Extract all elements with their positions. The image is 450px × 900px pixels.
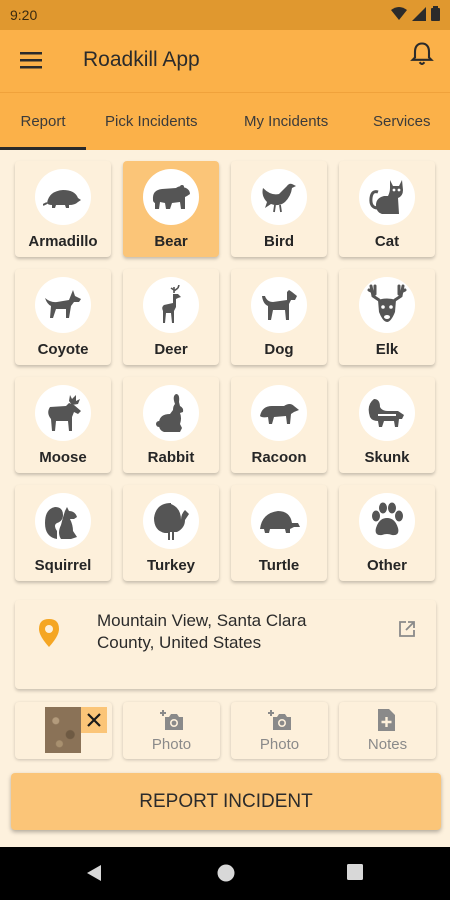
add-photo-icon [160, 710, 183, 730]
deer-icon [162, 285, 181, 323]
animal-card-coyote[interactable]: Coyote [15, 269, 111, 365]
rabbit-icon [156, 394, 184, 432]
animal-label: Other [366, 557, 407, 574]
animal-label: Cat [374, 233, 400, 250]
tab-my-incidents[interactable]: My Incidents [244, 93, 328, 150]
battery-icon [431, 6, 440, 21]
racoon-icon [260, 404, 299, 424]
recents-icon[interactable] [346, 863, 364, 881]
animal-label: Elk [375, 341, 399, 358]
animal-card-moose[interactable]: Moose [15, 377, 111, 473]
animal-card-squirrel[interactable]: Squirrel [15, 485, 111, 581]
tab-report[interactable]: Report [0, 93, 86, 150]
add-photo-button-2[interactable]: Photo [231, 702, 328, 759]
squirrel-icon [45, 507, 77, 539]
animal-card-rabbit[interactable]: Rabbit [123, 377, 219, 473]
animal-card-cat[interactable]: Cat [339, 161, 435, 257]
remove-photo-button[interactable] [81, 707, 107, 733]
photo-label: Photo [151, 736, 192, 753]
open-in-new-icon[interactable] [398, 620, 416, 638]
animal-card-bear[interactable]: Bear [123, 161, 219, 257]
add-photo-icon [268, 710, 291, 730]
app-bar: Roadkill App [0, 30, 450, 92]
animal-label: Rabbit [147, 449, 195, 466]
location-text: Mountain View, Santa Clara County, Unite… [97, 610, 357, 654]
tab-pick-incidents[interactable]: Pick Incidents [105, 93, 198, 150]
animal-card-elk[interactable]: Elk [339, 269, 435, 365]
back-icon[interactable] [85, 863, 103, 883]
animal-label: Racoon [251, 449, 307, 466]
photo-label: Photo [259, 736, 300, 753]
status-time: 9:20 [10, 7, 38, 23]
location-card[interactable]: Mountain View, Santa Clara County, Unite… [15, 600, 436, 689]
tab-services[interactable]: Services [373, 93, 431, 150]
animal-label: Turkey [146, 557, 196, 574]
animal-label: Coyote [37, 341, 89, 358]
animal-label: Dog [264, 341, 294, 358]
armadillo-icon [43, 190, 81, 208]
close-icon [87, 713, 101, 727]
notes-label: Notes [367, 736, 408, 753]
animal-label: Squirrel [34, 557, 92, 574]
signal-icon [412, 6, 426, 21]
animal-label: Bear [154, 233, 188, 250]
moose-icon [48, 395, 81, 431]
animal-label: Deer [154, 341, 188, 358]
wifi-icon [391, 6, 407, 20]
animal-card-turkey[interactable]: Turkey [123, 485, 219, 581]
animal-card-deer[interactable]: Deer [123, 269, 219, 365]
add-note-icon [378, 709, 395, 731]
turtle-icon [260, 511, 300, 533]
animal-label: Skunk [364, 449, 410, 466]
animal-card-other[interactable]: Other [339, 485, 435, 581]
bell-icon[interactable] [408, 40, 436, 68]
photo-thumbnail[interactable] [45, 707, 81, 753]
cat-icon [369, 180, 403, 214]
paw-icon [372, 502, 403, 536]
animal-card-turtle[interactable]: Turtle [231, 485, 327, 581]
location-pin-icon [39, 619, 59, 647]
animal-card-armadillo[interactable]: Armadillo [15, 161, 111, 257]
system-icons [391, 6, 440, 21]
skunk-icon [368, 399, 404, 427]
bear-icon [152, 185, 190, 209]
animal-card-racoon[interactable]: Racoon [231, 377, 327, 473]
add-photo-button-1[interactable]: Photo [123, 702, 220, 759]
turkey-icon [153, 503, 189, 540]
system-nav-bar [0, 847, 450, 900]
animal-label: Moose [39, 449, 87, 466]
add-notes-button[interactable]: Notes [339, 702, 436, 759]
dog-icon [262, 290, 297, 320]
coyote-icon [45, 290, 81, 318]
elk-icon [367, 284, 407, 322]
animal-label: Armadillo [28, 233, 98, 250]
app-title: Roadkill App [83, 48, 200, 71]
bird-icon [262, 183, 296, 213]
animal-card-skunk[interactable]: Skunk [339, 377, 435, 473]
animal-label: Turtle [258, 557, 300, 574]
report-incident-button[interactable]: REPORT INCIDENT [11, 773, 441, 830]
animal-label: Bird [264, 233, 294, 250]
location-line-2: County, United States [97, 633, 262, 652]
location-line-1: Mountain View, Santa Clara [97, 611, 307, 630]
tab-bar: Report Pick Incidents My Incidents Servi… [0, 92, 450, 150]
animal-card-dog[interactable]: Dog [231, 269, 327, 365]
status-bar: 9:20 [0, 0, 450, 30]
menu-icon[interactable] [20, 50, 44, 70]
home-icon[interactable] [216, 863, 236, 883]
attached-photo-tile[interactable] [15, 702, 112, 759]
animal-card-bird[interactable]: Bird [231, 161, 327, 257]
